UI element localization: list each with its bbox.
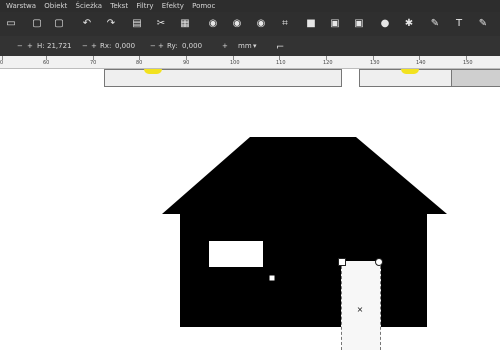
menu-item-filters[interactable]: Filtry <box>136 0 153 12</box>
menu-item-object[interactable]: Obiekt <box>44 0 67 12</box>
chevron-down-icon[interactable]: ▾ <box>253 36 257 56</box>
ry-field[interactable]: 0,000 <box>182 36 202 56</box>
clone-icon[interactable]: ▣ <box>328 17 342 31</box>
ruler-label: 70 <box>90 60 97 66</box>
rotation-center-icon[interactable]: × <box>356 306 364 314</box>
ruler-label: 0 <box>0 60 4 66</box>
ruler-label: 150 <box>463 60 473 66</box>
redo-icon[interactable]: ↷ <box>104 17 118 31</box>
rounding-handle[interactable] <box>375 258 383 266</box>
height-decrease-button[interactable]: − <box>17 36 23 56</box>
house-drawing[interactable] <box>0 69 500 350</box>
rx-label: Rx: <box>100 42 112 50</box>
ruler-label: 100 <box>230 60 240 66</box>
ungroup-icon[interactable]: ✱ <box>402 17 416 31</box>
rx-increase-button[interactable]: + <box>91 36 97 56</box>
menu-bar: Warstwa Obiekt Ścieżka Tekst Filtry Efek… <box>0 0 500 12</box>
unit-plus-button[interactable]: + <box>222 36 228 56</box>
tool-controls-bar: − + H: 21,721 − + Rx: 0,000 − + Ry: 0,00… <box>0 36 500 56</box>
ruler-label: 140 <box>416 60 426 66</box>
menu-item-effects[interactable]: Efekty <box>162 0 184 12</box>
ruler-label: 60 <box>43 60 50 66</box>
ry-label: Ry: <box>167 42 178 50</box>
copy-icon[interactable]: ▤ <box>130 17 144 31</box>
paste-icon[interactable]: ▦ <box>178 17 192 31</box>
rx-decrease-button[interactable]: − <box>82 36 88 56</box>
zoom-drawing-icon[interactable]: ◉ <box>230 17 244 31</box>
commands-toolbar: ▭ ▢ ▢ ↶ ↷ ▤ ✂ ▦ ◉ ◉ ◉ ⌗ ■ ▣ ▣ ● ✱ ✎ T ✎ <box>0 12 500 36</box>
ruler-label: 90 <box>183 60 190 66</box>
group-icon[interactable]: ● <box>378 17 392 31</box>
height-increase-button[interactable]: + <box>27 36 33 56</box>
menu-item-text[interactable]: Tekst <box>110 0 128 12</box>
ruler-label: 130 <box>370 60 380 66</box>
zoom-fit-icon[interactable]: ⌗ <box>278 17 292 31</box>
zoom-selection-icon[interactable]: ◉ <box>206 17 220 31</box>
export-icon[interactable]: ▢ <box>52 17 66 31</box>
height-field[interactable]: 21,721 <box>47 36 72 56</box>
ruler-label: 80 <box>136 60 143 66</box>
selection-handle[interactable] <box>338 258 346 266</box>
house-window[interactable] <box>209 241 263 267</box>
ry-decrease-button[interactable]: − <box>150 36 156 56</box>
unit-select[interactable]: mm <box>238 36 252 56</box>
horizontal-ruler: 0 60 70 80 90 100 110 120 130 140 150 <box>0 56 500 69</box>
menu-item-layer[interactable]: Warstwa <box>6 0 36 12</box>
undo-icon[interactable]: ↶ <box>80 17 94 31</box>
text-tool-icon[interactable]: T <box>452 17 466 31</box>
unlink-clone-icon[interactable]: ▣ <box>352 17 366 31</box>
print-icon[interactable]: ▭ <box>4 17 18 31</box>
cursor-icon <box>265 267 276 282</box>
corner-reset-icon[interactable]: ⌐ <box>276 38 284 58</box>
ruler-label: 110 <box>276 60 286 66</box>
drawing-canvas[interactable]: × <box>0 69 500 350</box>
ruler-label: 120 <box>323 60 333 66</box>
rx-field[interactable]: 0,000 <box>115 36 135 56</box>
paint-icon[interactable]: ✎ <box>476 17 490 31</box>
cut-icon[interactable]: ✂ <box>154 17 168 31</box>
zoom-page-icon[interactable]: ◉ <box>254 17 268 31</box>
height-label: H: <box>37 42 45 50</box>
menu-item-help[interactable]: Pomoc <box>192 0 215 12</box>
node-editor-icon[interactable]: ✎ <box>428 17 442 31</box>
menu-item-path[interactable]: Ścieżka <box>76 0 102 12</box>
duplicate-icon[interactable]: ■ <box>304 17 318 31</box>
ry-increase-button[interactable]: + <box>158 36 164 56</box>
import-icon[interactable]: ▢ <box>30 17 44 31</box>
